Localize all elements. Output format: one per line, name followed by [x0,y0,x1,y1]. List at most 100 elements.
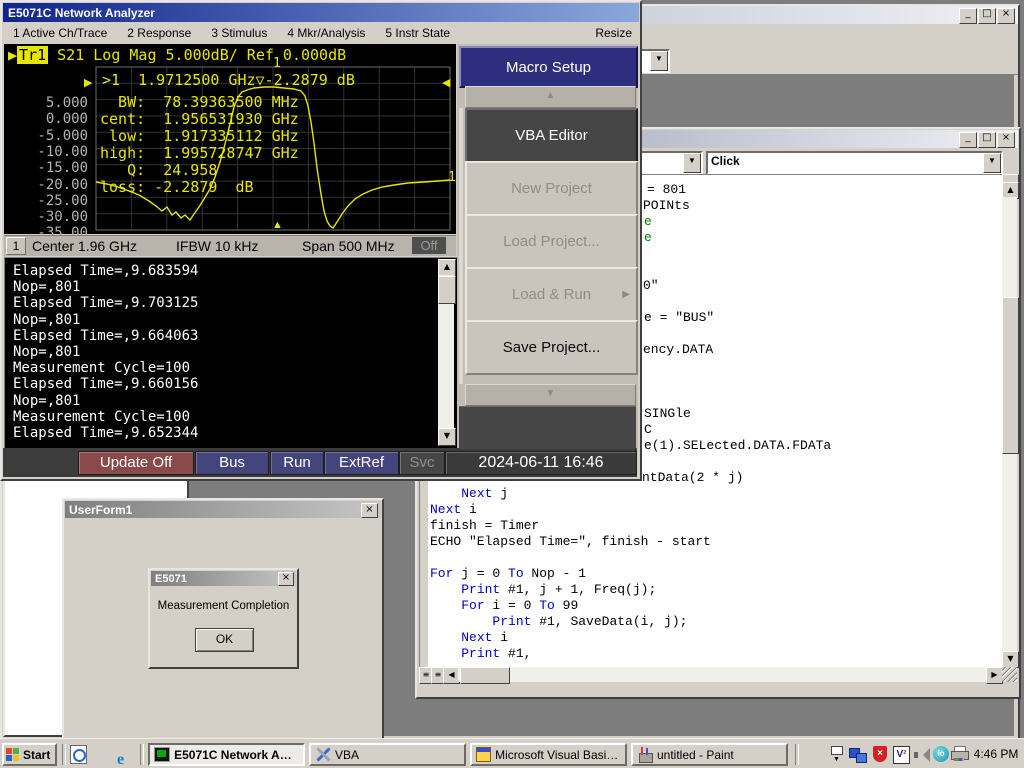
softkey-label: VBA Editor [515,127,588,144]
y-axis-tick-label: 5.000 [4,95,88,111]
scroll-right-icon[interactable]: ▶ [986,667,1003,684]
h-scroll-thumb[interactable] [460,667,510,684]
code-line: ency.DATA [643,342,713,357]
marker-readout: >1 1.9712500 GHz▽-2.2879 dB [102,71,355,89]
network-icon[interactable] [849,746,866,763]
softkey-scroll-up[interactable]: ▲ [465,86,636,108]
trace-end-label: 1 [448,172,456,183]
softkey-save-project[interactable]: Save Project... [465,320,638,375]
triangle-down-icon: ▼ [546,388,556,399]
softkey-label: New Project [511,180,592,197]
console-line: Nop=,801 [13,279,80,295]
procedure-combo[interactable]: Click ▼ [706,151,1003,175]
scroll-down-icon[interactable]: ▼ [438,428,456,446]
trace-badge: Tr1 [17,46,48,64]
io-disc-icon[interactable]: io [933,746,949,762]
status-toggle[interactable]: ExtRef [324,451,399,475]
taskbar-button[interactable]: Microsoft Visual Basic - s... [470,743,627,766]
close-icon[interactable]: × [997,8,1015,24]
softkey-scroll-down[interactable]: ▼ [465,384,636,406]
code-line: e(1).SELected.DATA.FDATa [644,438,831,453]
marker-number-label: 1 [273,58,281,69]
internet-explorer-icon[interactable]: e [112,751,129,768]
menu-item[interactable]: 4 Mkr/Analysis [277,26,375,40]
chevron-down-icon[interactable]: ▼ [650,51,668,71]
ok-button[interactable]: OK [195,628,254,652]
console-line: Elapsed Time=,9.664063 [13,328,198,344]
y-axis-tick-label: -20.00 [4,177,88,193]
code-line: 0" [643,278,659,293]
status-toggle[interactable]: Bus [195,451,269,475]
ref-level-arrow-right-icon: ◀ [442,78,450,89]
measurement-line: BW: 78.39363500 MHz [100,94,299,111]
taskbar-divider [62,744,66,765]
chevron-down-icon[interactable]: ▼ [683,153,701,173]
console-line: Elapsed Time=,9.652344 [13,425,198,441]
status-toggle[interactable]: Run [270,451,324,475]
taskbar-button-label: E5071C Network Anal... [174,748,299,762]
measurement-line: cent: 1.956531930 GHz [100,111,299,128]
start-button[interactable]: Start [2,743,57,766]
vnc-icon[interactable]: V² [893,746,910,764]
v-scroll-thumb[interactable] [1002,297,1019,454]
ifbw-label: IFBW 10 kHz [176,238,258,254]
menu-item[interactable]: 1 Active Ch/Trace [3,26,117,40]
code-line: Print #1, [430,646,531,661]
bandwidth-measurements: BW: 78.39363500 MHzcent: 1.956531930 GHz… [100,94,299,196]
status-toggle[interactable]: Update Off [78,451,194,475]
echo-console: Elapsed Time=,9.683594Nop=,801Elapsed Ti… [4,257,458,449]
softkey-load-project[interactable]: Load Project... [465,214,638,269]
expand-tray-icon[interactable]: ▼ [828,746,845,763]
code-line: = 801 [647,182,686,197]
chevron-down-icon[interactable]: ▼ [983,153,1001,173]
analyzer-title: E5071C Network Analyzer [3,6,155,20]
console-line: Elapsed Time=,9.683594 [13,263,198,279]
marker-stimulus-arrow-icon: ▲ [272,220,283,231]
printer-icon[interactable] [951,746,968,761]
analyzer-titlebar: E5071C Network Analyzer [3,3,639,22]
msvb-app-icon [476,747,491,762]
trace-header: ▶Tr1 S21 Log Mag 5.000dB/ Ref 0.000dB [8,46,346,64]
menu-item[interactable]: 2 Response [117,26,201,40]
softkey-label: Load & Run [512,286,591,303]
close-icon[interactable]: × [997,132,1015,148]
minimize-icon[interactable]: _ [959,132,977,148]
taskbar-divider [795,744,799,765]
show-desktop-icon[interactable] [70,745,87,764]
taskbar: Start e E5071C Network Anal... VBA Microso… [0,738,1024,768]
code-line: e [644,230,652,245]
scroll-down-icon[interactable]: ▼ [1002,651,1019,668]
status-toggle[interactable]: Svc [399,451,445,475]
code-line: e = "BUS" [644,310,714,325]
maximize-icon[interactable]: □ [978,8,996,24]
softkey-new-project[interactable]: New Project [465,161,638,216]
resize-grip[interactable] [1002,667,1017,682]
taskbar-button[interactable]: VBA [309,743,466,766]
measurement-line: loss: -2.2879 dB [100,179,299,196]
close-icon[interactable]: × [361,503,378,518]
volume-icon[interactable] [913,746,930,763]
ref-level-arrow-left-icon: ▶ [84,78,92,89]
taskbar-clock: 4:46 PM [972,743,1020,766]
resize-menu-item[interactable]: Resize [595,26,632,40]
h-scroll-track[interactable] [458,667,986,682]
code-line: POINts [643,198,690,213]
taskbar-button[interactable]: E5071C Network Anal... [148,743,305,766]
taskbar-button[interactable]: untitled - Paint [631,743,788,766]
console-scroll-thumb[interactable] [438,276,456,304]
code-line: SINGle [644,406,691,421]
menu-item[interactable]: 3 Stimulus [201,26,277,40]
taskbar-button-label: Microsoft Visual Basic - s... [495,748,621,762]
maximize-icon[interactable]: □ [978,132,996,148]
menu-item[interactable]: 5 Instr State [375,26,460,40]
dialog-title: E5071 [151,573,187,585]
console-line: Nop=,801 [13,393,80,409]
close-icon[interactable]: × [278,572,294,586]
instrument-status-bar: Update OffBusRunExtRefSvc2024-06-11 16:4… [3,448,637,477]
code-line: For i = 0 To 99 [430,598,578,613]
measurement-line: Q: 24.958 [100,162,299,179]
softkey-load-run[interactable]: Load & Run▶ [465,267,638,322]
softkey-vba-editor[interactable]: VBA Editor [465,108,638,163]
security-shield-icon[interactable]: × [873,746,887,762]
minimize-icon[interactable]: _ [959,8,977,24]
